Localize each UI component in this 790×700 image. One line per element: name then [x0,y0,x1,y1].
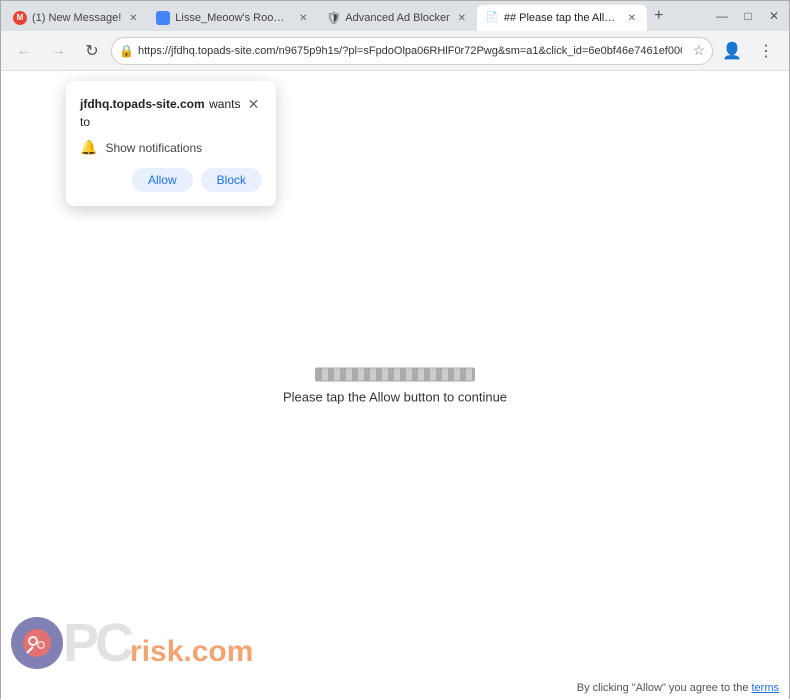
popup-notification-row: 🔔 Show notifications [80,139,262,156]
tab-adblock-label: Advanced Ad Blocker [345,12,450,24]
popup-title-wrap: jfdhq.topads-site.com wants to [80,95,245,131]
notification-popup: jfdhq.topads-site.com wants to ✕ 🔔 Show … [66,81,276,206]
pcrisk-watermark: PC risk.com [11,616,253,670]
tab-adblock-close[interactable]: ✕ [455,11,469,25]
window-controls: — □ ✕ [711,5,785,27]
titlebar: M (1) New Message! ✕ Lisse_Meoow's Room … [1,1,789,31]
terms-prefix-text: By clicking "Allow" you agree to the [577,682,749,694]
minimize-button[interactable]: — [711,5,733,27]
toolbar: ← → ↻ 🔒 ☆ 👤 ⋮ [1,31,789,71]
popup-buttons: Allow Block [80,168,262,192]
pcrisk-pc-text: PC [63,616,130,670]
popup-header: jfdhq.topads-site.com wants to ✕ [80,95,262,131]
pcrisk-risk-text: risk.com [130,635,253,669]
reload-button[interactable]: ↻ [77,36,107,66]
pcrisk-logo [11,617,63,669]
active-favicon: 📄 [485,11,499,25]
tab-chat-close[interactable]: ✕ [296,11,310,25]
pcrisk-text: PC risk.com [63,616,253,670]
tab-gmail-close[interactable]: ✕ [126,11,140,25]
allow-button[interactable]: Allow [132,168,193,192]
browser-content: jfdhq.topads-site.com wants to ✕ 🔔 Show … [1,71,789,700]
lock-icon: 🔒 [119,44,134,58]
tab-adblock[interactable]: 🛡 Advanced Ad Blocker ✕ [318,5,477,31]
address-bar-wrap: 🔒 ☆ [111,37,713,65]
progress-bar [315,367,475,381]
tab-active-close[interactable]: ✕ [625,11,639,25]
profile-button[interactable]: 👤 [717,36,747,66]
terms-footer: By clicking "Allow" you agree to the ter… [577,682,779,694]
tab-chat[interactable]: Lisse_Meoow's Room @ Che... ✕ [148,5,318,31]
close-window-button[interactable]: ✕ [763,5,785,27]
tab-chat-label: Lisse_Meoow's Room @ Che... [175,12,291,24]
tab-gmail[interactable]: M (1) New Message! ✕ [5,5,148,31]
notification-item-label: Show notifications [105,141,202,155]
terms-link[interactable]: terms [752,682,780,694]
progress-bar-fill [316,368,474,380]
forward-button[interactable]: → [43,36,73,66]
progress-text: Please tap the Allow button to continue [283,389,507,404]
back-button[interactable]: ← [9,36,39,66]
gmail-favicon: M [13,11,27,25]
bookmark-icon[interactable]: ☆ [692,42,705,59]
adblock-favicon: 🛡 [326,11,340,25]
new-tab-button[interactable]: + [647,4,671,28]
tab-active[interactable]: 📄 ## Please tap the Allow butto... ✕ [477,5,647,31]
popup-close-button[interactable]: ✕ [245,95,262,113]
chat-favicon [156,11,170,25]
block-button[interactable]: Block [201,168,262,192]
bell-icon: 🔔 [80,139,97,156]
tab-active-label: ## Please tap the Allow butto... [504,12,620,24]
tab-gmail-label: (1) New Message! [32,12,121,24]
page-center: Please tap the Allow button to continue [283,367,507,404]
popup-domain: jfdhq.topads-site.com [80,97,205,111]
menu-button[interactable]: ⋮ [751,36,781,66]
address-input[interactable] [111,37,713,65]
maximize-button[interactable]: □ [737,5,759,27]
